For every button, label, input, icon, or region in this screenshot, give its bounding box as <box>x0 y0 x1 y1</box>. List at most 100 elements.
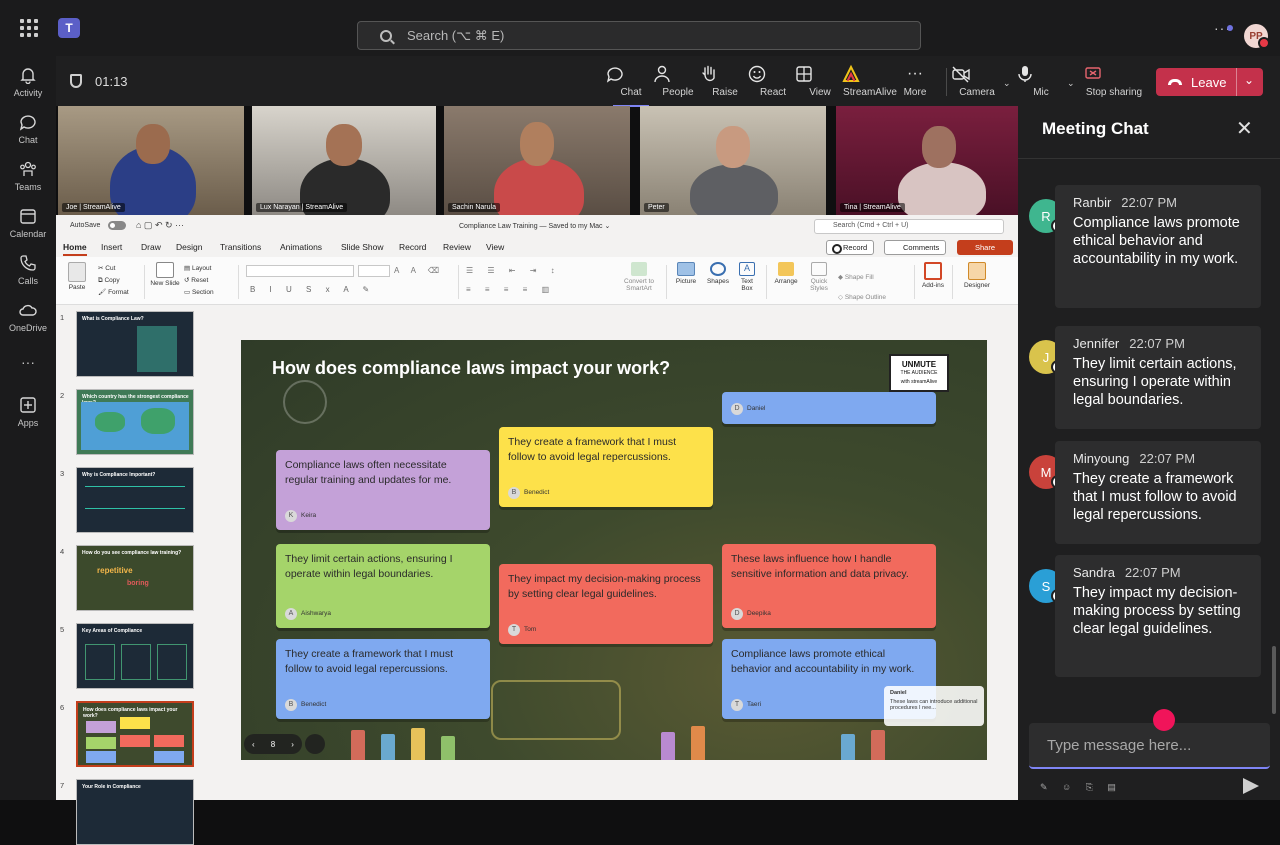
people-button[interactable]: People <box>652 64 704 98</box>
designer-button[interactable]: Designer <box>960 262 994 289</box>
text-format-icons[interactable]: B I U S x A ✎ <box>250 285 375 294</box>
chevron-right-icon[interactable]: › <box>291 740 294 749</box>
font-family-select[interactable] <box>246 265 354 277</box>
view-button[interactable]: View <box>794 64 846 98</box>
tab-home[interactable]: Home <box>63 242 87 256</box>
video-tile[interactable]: Peter <box>640 106 826 215</box>
rail-calendar[interactable]: Calendar <box>0 207 56 239</box>
tab-review[interactable]: Review <box>443 242 471 252</box>
text-box-button[interactable]: A Text Box <box>736 262 758 292</box>
chevron-left-icon[interactable]: ‹ <box>252 740 255 749</box>
slide-navigation[interactable]: ‹ 8 › <box>244 734 302 754</box>
ppt-search-input[interactable]: Search (Cmd + Ctrl + U) <box>814 219 1004 234</box>
rail-apps[interactable]: Apps <box>0 396 56 428</box>
chat-button[interactable]: Chat <box>605 64 657 107</box>
document-title[interactable]: Compliance Law Training — Saved to my Ma… <box>459 222 610 230</box>
shape-fill-button[interactable]: ◆ Shape Fill <box>838 268 886 288</box>
meeting-toolbar: 01:13 Chat People Raise React View Strea… <box>56 56 1280 107</box>
layout-button[interactable]: ▤ Layout <box>184 263 214 275</box>
picture-button[interactable]: Picture <box>672 262 700 285</box>
tab-record[interactable]: Record <box>399 242 426 252</box>
response-card[interactable]: They create a framework that I must foll… <box>276 639 490 719</box>
camera-button[interactable]: Camera <box>951 64 1003 98</box>
slide-thumbnail[interactable]: Why is Compliance Important? <box>76 467 194 533</box>
rail-teams[interactable]: Teams <box>0 160 56 192</box>
rail-chat[interactable]: Chat <box>0 113 56 145</box>
tab-view[interactable]: View <box>486 242 504 252</box>
shape-outline-button[interactable]: ◇ Shape Outline <box>838 288 886 308</box>
mic-button[interactable]: Mic <box>1015 64 1067 98</box>
react-button[interactable]: React <box>747 64 799 98</box>
video-tile[interactable]: Joe | StreamAlive <box>58 106 244 215</box>
tab-animations[interactable]: Animations <box>280 242 322 252</box>
chevron-down-icon[interactable]: ⌄ <box>1067 78 1075 89</box>
close-icon[interactable]: ✕ <box>1236 116 1253 141</box>
response-card[interactable]: They limit certain actions, ensuring I o… <box>276 544 490 628</box>
chat-icon <box>606 67 623 83</box>
tab-slide-show[interactable]: Slide Show <box>341 242 384 252</box>
slide-thumbnail[interactable]: What is Compliance Law? <box>76 311 194 377</box>
alignment-icons[interactable]: ≡ ≡ ≡ ≡ ▥ <box>466 285 555 294</box>
chevron-down-icon[interactable]: ⌄ <box>1003 78 1011 89</box>
more-button[interactable]: ··· More <box>889 64 941 98</box>
arrange-button[interactable]: Arrange <box>772 262 800 285</box>
slide-canvas[interactable]: How does compliance laws impact your wor… <box>241 340 987 760</box>
response-card[interactable]: D Daniel <box>722 392 936 424</box>
tab-insert[interactable]: Insert <box>101 242 122 252</box>
response-card[interactable]: They impact my decision-making process b… <box>499 564 713 644</box>
font-size-icons[interactable]: A A ⌫ <box>394 266 444 275</box>
chevron-down-icon[interactable]: ⌄ <box>1244 73 1254 87</box>
app-launcher-icon[interactable] <box>20 19 38 37</box>
autosave-toggle[interactable] <box>108 221 126 230</box>
section-button[interactable]: ▭ Section <box>184 287 214 299</box>
slide-thumbnail[interactable]: How do you see compliance law training? … <box>76 545 194 611</box>
new-slide-button[interactable]: New Slide <box>150 262 180 287</box>
record-button[interactable]: Record <box>826 240 875 255</box>
tab-draw[interactable]: Draw <box>141 242 161 252</box>
chat-scrollbar[interactable] <box>1272 646 1276 714</box>
shapes-button[interactable]: Shapes <box>704 262 732 285</box>
response-card[interactable]: They create a framework that I must foll… <box>499 427 713 507</box>
format-painter-button[interactable]: 🖌 Format <box>98 287 129 299</box>
raise-hand-button[interactable]: Raise <box>699 64 751 98</box>
slide-thumbnail[interactable]: Key Areas of Compliance <box>76 623 194 689</box>
quick-styles-button[interactable]: Quick Styles <box>806 262 832 292</box>
avatar[interactable]: PP <box>1244 24 1270 49</box>
response-card[interactable]: These laws influence how I handle sensit… <box>722 544 936 628</box>
speaker-icon[interactable] <box>305 734 325 754</box>
paste-button[interactable]: Paste <box>64 262 90 291</box>
rail-onedrive[interactable]: OneDrive <box>0 301 56 333</box>
rail-activity[interactable]: Activity <box>0 66 56 98</box>
copy-button[interactable]: ⧉ Copy <box>98 275 129 287</box>
slide-thumbnail[interactable]: Which country has the strongest complian… <box>76 389 194 455</box>
paragraph-icons[interactable]: ☰ ☰ ⇤ ⇥ ↕ <box>466 266 561 275</box>
card-author: Aishwarya <box>301 610 331 617</box>
share-button[interactable]: Share <box>957 240 1013 255</box>
send-icon[interactable] <box>1243 778 1259 794</box>
search-input[interactable]: Search (⌥ ⌘ E) <box>357 21 921 50</box>
response-card[interactable]: Compliance laws often necessitate regula… <box>276 450 490 530</box>
participant-name: Joe | StreamAlive <box>62 203 125 212</box>
slide-thumbnail[interactable]: Your Role in Compliance <box>76 779 194 845</box>
stop-sharing-button[interactable]: Stop sharing <box>1083 64 1145 98</box>
tab-design[interactable]: Design <box>176 242 202 252</box>
message-input[interactable]: Type message here... <box>1029 723 1270 769</box>
comments-button[interactable]: Comments <box>884 240 947 255</box>
add-ins-button[interactable]: Add-ins <box>920 262 946 289</box>
raise-button-label: Raise <box>712 87 738 98</box>
convert-smartart-button[interactable]: Convert to SmartArt <box>621 262 657 292</box>
quick-access-icons[interactable]: ⌂ ▢ ↶ ↻ ··· <box>136 220 184 231</box>
compose-tools-icons[interactable]: ✎ ☺ ⎘ ▤ <box>1040 782 1122 793</box>
rail-calls[interactable]: Calls <box>0 254 56 286</box>
video-tile[interactable]: Lux Narayan | StreamAlive <box>252 106 436 215</box>
cut-button[interactable]: ✂ Cut <box>98 263 129 275</box>
video-tile[interactable]: Tina | StreamAlive <box>836 106 1018 215</box>
slide-thumbnail-active[interactable]: How does compliance laws impact your wor… <box>76 701 194 767</box>
rail-more[interactable]: ··· <box>0 354 56 370</box>
video-tile[interactable]: Sachin Narula <box>444 106 630 215</box>
leave-button[interactable]: Leave ⌄ <box>1156 68 1263 96</box>
font-size-select[interactable] <box>358 265 390 277</box>
tab-transitions[interactable]: Transitions <box>220 242 261 252</box>
reset-button[interactable]: ↺ Reset <box>184 275 214 287</box>
response-popup[interactable]: Daniel These laws can introduce addition… <box>884 686 984 726</box>
